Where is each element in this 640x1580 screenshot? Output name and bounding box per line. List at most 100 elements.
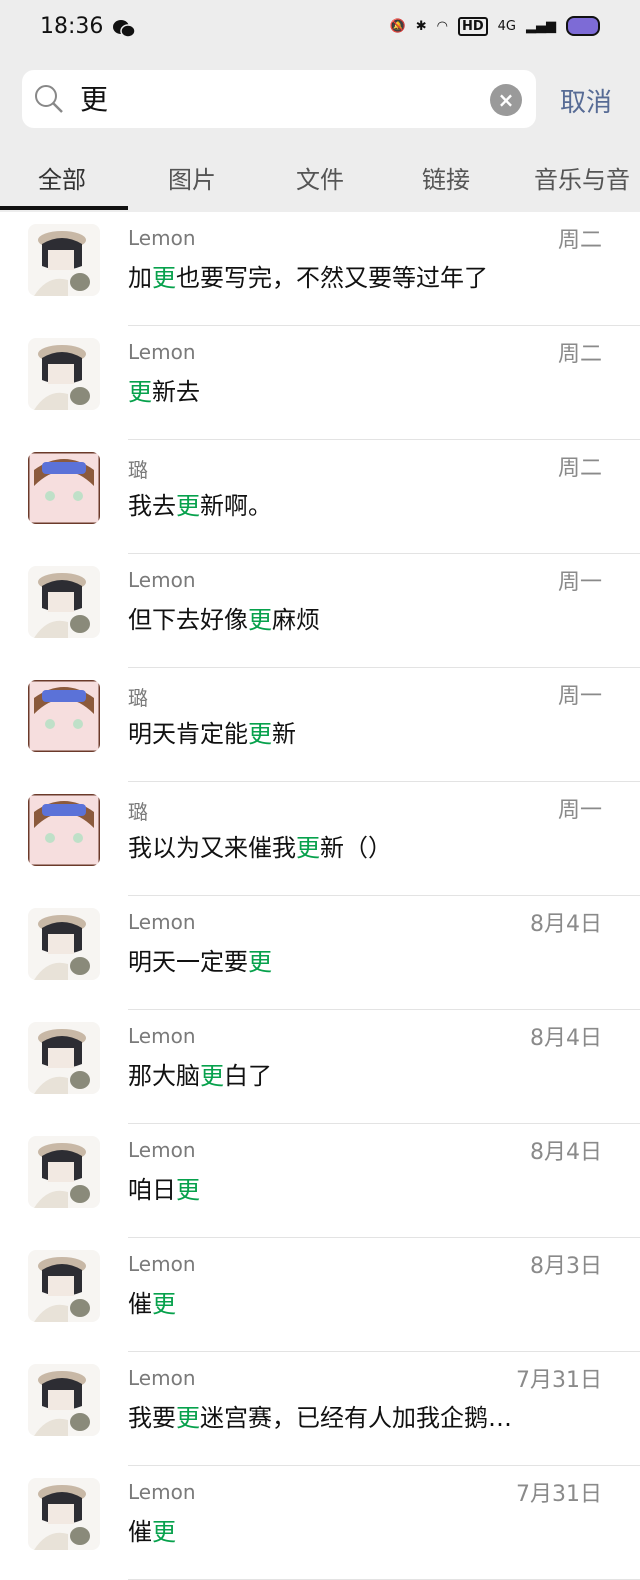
tab-files[interactable]: 文件 xyxy=(296,160,344,195)
signal-icon: ▂▄▆ xyxy=(526,18,556,34)
avatar xyxy=(28,224,100,296)
snippet-highlight: 更 xyxy=(176,1176,200,1204)
message-date: 周一 xyxy=(557,798,602,823)
message-date: 周一 xyxy=(557,570,602,595)
message-date: 8月4日 xyxy=(530,912,602,937)
active-tab-indicator xyxy=(0,206,128,210)
snippet-text: 白了 xyxy=(224,1062,272,1090)
search-result-row[interactable]: Lemon 7月31日 我要更迷宫赛，已经有人加我企鹅… xyxy=(0,1352,640,1466)
snippet-highlight: 更 xyxy=(176,1404,200,1432)
message-date: 8月3日 xyxy=(530,1254,602,1279)
snippet-highlight: 更 xyxy=(128,378,152,406)
avatar xyxy=(28,1250,100,1322)
snippet-highlight: 更 xyxy=(248,606,272,634)
message-snippet: 咱日更 xyxy=(128,1170,200,1205)
sender-name: 璐 xyxy=(128,686,148,710)
snippet-highlight: 更 xyxy=(296,834,320,862)
sender-name: 璐 xyxy=(128,458,148,482)
search-result-row[interactable]: 璐 周一我以为又来催我更新（） xyxy=(0,782,640,896)
snippet-text: 我去 xyxy=(128,492,176,520)
snippet-text: 也要写完，不然又要等过年了 xyxy=(176,264,488,292)
sender-name: Lemon xyxy=(128,1366,196,1390)
sender-name: Lemon xyxy=(128,340,196,364)
hd-badge: HD xyxy=(457,16,488,36)
clear-search-icon[interactable]: × xyxy=(490,84,522,116)
snippet-text: 麻烦 xyxy=(272,606,320,634)
avatar xyxy=(28,908,100,980)
snippet-text: 咱日 xyxy=(128,1176,176,1204)
sender-name: Lemon xyxy=(128,226,196,250)
avatar xyxy=(28,1136,100,1208)
status-time: 18:36 xyxy=(40,14,104,39)
sender-name: Lemon xyxy=(128,1480,196,1504)
wechat-icon xyxy=(113,20,136,38)
tab-images[interactable]: 图片 xyxy=(168,160,216,195)
snippet-text: 明天一定要 xyxy=(128,948,248,976)
snippet-text: 新（） xyxy=(320,834,392,862)
avatar xyxy=(28,680,100,752)
snippet-text: 迷宫赛，已经有人加我企鹅… xyxy=(200,1404,512,1432)
mute-bell-icon: 🔕 xyxy=(389,18,406,34)
sender-name: Lemon xyxy=(128,910,196,934)
tab-music[interactable]: 音乐与音 xyxy=(534,160,630,195)
tab-all[interactable]: 全部 xyxy=(38,160,86,195)
snippet-text: 催 xyxy=(128,1290,152,1318)
avatar xyxy=(28,794,100,866)
snippet-text: 加 xyxy=(128,264,152,292)
search-result-row[interactable]: Lemon 7月31日 催更 xyxy=(0,1466,640,1580)
search-result-row[interactable]: Lemon 8月3日催更 xyxy=(0,1238,640,1352)
cancel-button[interactable]: 取消 xyxy=(560,82,612,119)
snippet-highlight: 更 xyxy=(152,1518,176,1546)
search-result-row[interactable]: 璐 周一明天肯定能更新 xyxy=(0,668,640,782)
message-snippet: 但下去好像更麻烦 xyxy=(128,600,320,635)
sender-name: Lemon xyxy=(128,1138,196,1162)
search-bar: 更 × 取消 xyxy=(0,58,640,142)
snippet-highlight: 更 xyxy=(176,492,200,520)
sender-name: 璐 xyxy=(128,800,148,824)
snippet-text: 我以为又来催我 xyxy=(128,834,296,862)
snippet-highlight: 更 xyxy=(248,720,272,748)
message-snippet: 催更 xyxy=(128,1284,176,1319)
snippet-highlight: 更 xyxy=(152,1290,176,1318)
search-result-row[interactable]: Lemon 8月4日 那大脑更白了 xyxy=(0,1010,640,1124)
status-icons: 🔕 ✱ ◠ HD 4G ▂▄▆ xyxy=(390,16,600,36)
search-input[interactable]: 更 xyxy=(80,78,108,118)
snippet-text: 新啊。 xyxy=(200,492,272,520)
search-result-row[interactable]: Lemon 周二加更也要写完，不然又要等过年了 xyxy=(0,212,640,326)
bluetooth-icon: ✱ xyxy=(415,18,427,34)
status-bar: 18:36 🔕 ✱ ◠ HD 4G ▂▄▆ xyxy=(0,0,640,58)
snippet-text: 催 xyxy=(128,1518,152,1546)
search-result-row[interactable]: Lemon 周二 更新去 xyxy=(0,326,640,440)
snippet-text: 我要 xyxy=(128,1404,176,1432)
message-snippet: 我要更迷宫赛，已经有人加我企鹅… xyxy=(128,1398,512,1433)
snippet-highlight: 更 xyxy=(152,264,176,292)
snippet-highlight: 更 xyxy=(248,948,272,976)
search-results-list: Lemon 周二 加更也要写完，不然又要等过年了 Lemon 周二 更新去璐周二 我去更新啊… xyxy=(0,212,640,1580)
snippet-highlight: 更 xyxy=(200,1062,224,1090)
tab-links[interactable]: 链接 xyxy=(422,160,470,195)
sender-name: Lemon xyxy=(128,568,196,592)
search-result-row[interactable]: Lemon 周一但下去好像更麻烦 xyxy=(0,554,640,668)
message-date: 周二 xyxy=(557,456,602,481)
category-tabs: 全部 图片 文件 链接 音乐与音 xyxy=(0,142,640,212)
avatar xyxy=(28,1478,100,1550)
message-snippet: 明天肯定能更新 xyxy=(128,714,296,749)
avatar xyxy=(28,1364,100,1436)
message-date: 周二 xyxy=(557,228,602,253)
message-snippet: 加更也要写完，不然又要等过年了 xyxy=(128,258,488,293)
message-snippet: 更新去 xyxy=(128,372,200,407)
wifi-icon: ◠ xyxy=(436,18,448,34)
message-date: 8月4日 xyxy=(530,1140,602,1165)
search-result-row[interactable]: 璐 周二我去更新啊。 xyxy=(0,440,640,554)
message-date: 周一 xyxy=(557,684,602,709)
message-snippet: 我以为又来催我更新（） xyxy=(128,828,392,863)
message-snippet: 明天一定要更 xyxy=(128,942,272,977)
sender-name: Lemon xyxy=(128,1252,196,1276)
snippet-text: 新去 xyxy=(152,378,200,406)
search-result-row[interactable]: Lemon 8月4日明天一定要更 xyxy=(0,896,640,1010)
search-icon xyxy=(35,85,63,113)
message-date: 8月4日 xyxy=(530,1026,602,1051)
snippet-text: 明天肯定能 xyxy=(128,720,248,748)
search-result-row[interactable]: Lemon 8月4日咱日更 xyxy=(0,1124,640,1238)
battery-icon xyxy=(566,16,600,36)
